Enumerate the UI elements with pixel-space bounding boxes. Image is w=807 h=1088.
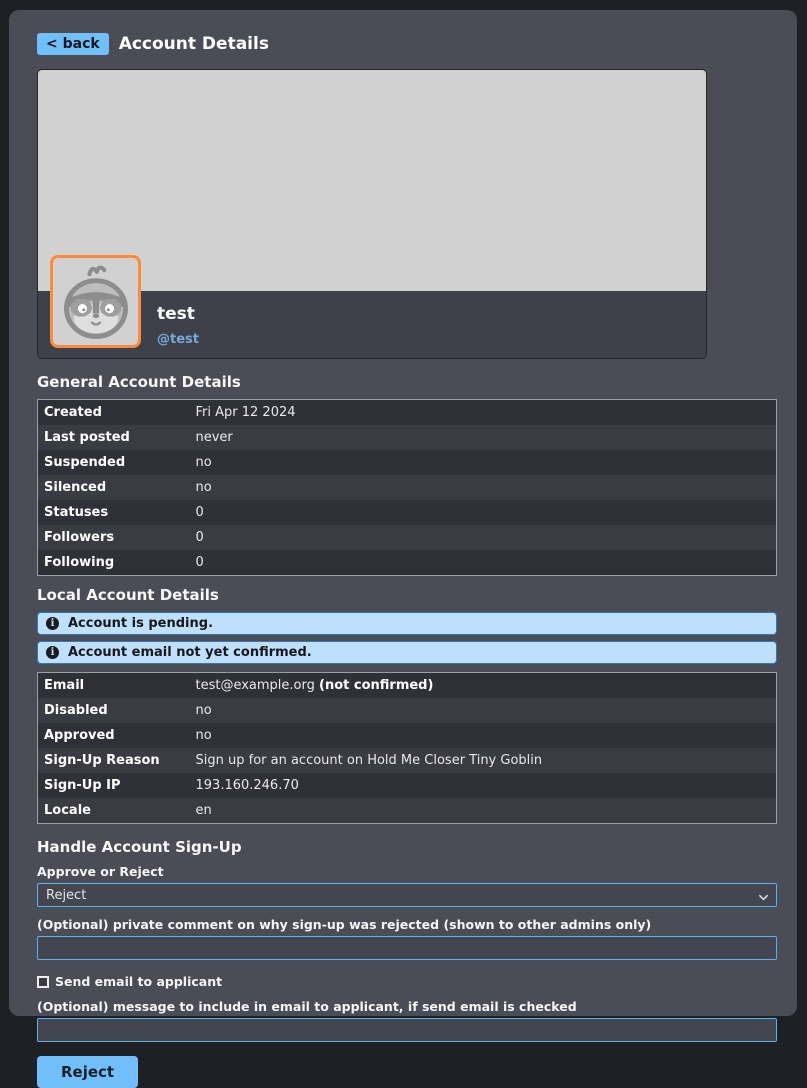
- row-label: Followers: [38, 525, 188, 550]
- table-row: Created Fri Apr 12 2024: [38, 400, 777, 426]
- row-value: 193.160.246.70: [188, 773, 777, 798]
- notice-email-unconfirmed: i Account email not yet confirmed.: [37, 641, 777, 664]
- table-row: Following 0: [38, 550, 777, 576]
- row-label: Sign-Up Reason: [38, 748, 188, 773]
- section-heading-local: Local Account Details: [37, 586, 777, 604]
- row-label: Approved: [38, 723, 188, 748]
- table-row: Suspended no: [38, 450, 777, 475]
- approve-reject-label: Approve or Reject: [37, 864, 777, 879]
- table-row: Disabled no: [38, 698, 777, 723]
- table-row: Statuses 0: [38, 500, 777, 525]
- table-row: Locale en: [38, 798, 777, 824]
- row-label: Silenced: [38, 475, 188, 500]
- table-row: Email test@example.org (not confirmed): [38, 673, 777, 699]
- table-row: Silenced no: [38, 475, 777, 500]
- private-comment-input[interactable]: [37, 936, 777, 960]
- row-label: Disabled: [38, 698, 188, 723]
- row-value: 0: [188, 550, 777, 576]
- send-email-label: Send email to applicant: [55, 974, 222, 989]
- row-value: Fri Apr 12 2024: [188, 400, 777, 426]
- send-email-checkbox[interactable]: [37, 976, 49, 988]
- page-title: Account Details: [119, 34, 269, 54]
- table-row: Approved no: [38, 723, 777, 748]
- profile-card: test @test: [37, 69, 707, 359]
- row-value: test@example.org (not confirmed): [188, 673, 777, 699]
- row-label: Sign-Up IP: [38, 773, 188, 798]
- email-value: test@example.org: [196, 678, 315, 693]
- row-label: Created: [38, 400, 188, 426]
- row-value: no: [188, 698, 777, 723]
- notice-text: Account is pending.: [68, 616, 213, 631]
- info-icon: i: [46, 646, 59, 659]
- email-not-confirmed-note: (not confirmed): [319, 678, 433, 693]
- display-name: test: [157, 304, 706, 324]
- avatar: [50, 255, 141, 348]
- notice-text: Account email not yet confirmed.: [68, 645, 312, 660]
- row-value: Sign up for an account on Hold Me Closer…: [188, 748, 777, 773]
- account-handle[interactable]: @test: [157, 332, 706, 347]
- row-value: no: [188, 450, 777, 475]
- table-row: Last posted never: [38, 425, 777, 450]
- row-label: Suspended: [38, 450, 188, 475]
- info-icon: i: [46, 617, 59, 630]
- private-comment-label: (Optional) private comment on why sign-u…: [37, 917, 777, 932]
- table-row: Sign-Up Reason Sign up for an account on…: [38, 748, 777, 773]
- row-value: no: [188, 723, 777, 748]
- row-value: 0: [188, 500, 777, 525]
- row-label: Following: [38, 550, 188, 576]
- general-account-table: Created Fri Apr 12 2024 Last posted neve…: [37, 399, 777, 576]
- row-label: Statuses: [38, 500, 188, 525]
- row-label: Email: [38, 673, 188, 699]
- reject-button[interactable]: Reject: [37, 1056, 138, 1088]
- table-row: Followers 0: [38, 525, 777, 550]
- notice-account-pending: i Account is pending.: [37, 612, 777, 635]
- local-account-table: Email test@example.org (not confirmed) D…: [37, 672, 777, 824]
- row-value: no: [188, 475, 777, 500]
- back-button[interactable]: < back: [37, 33, 109, 55]
- row-value: never: [188, 425, 777, 450]
- page-header: < back Account Details: [37, 33, 777, 55]
- row-label: Locale: [38, 798, 188, 824]
- account-details-panel: < back Account Details test @test: [9, 10, 797, 1016]
- sloth-icon: [55, 260, 137, 344]
- email-message-input[interactable]: [37, 1018, 777, 1042]
- table-row: Sign-Up IP 193.160.246.70: [38, 773, 777, 798]
- section-heading-handle-signup: Handle Account Sign-Up: [37, 838, 777, 856]
- row-value: 0: [188, 525, 777, 550]
- email-message-label: (Optional) message to include in email t…: [37, 999, 777, 1014]
- section-heading-general: General Account Details: [37, 373, 777, 391]
- approve-reject-select-wrap: Reject: [37, 883, 777, 907]
- send-email-row: Send email to applicant: [37, 974, 777, 989]
- row-value: en: [188, 798, 777, 824]
- row-label: Last posted: [38, 425, 188, 450]
- approve-reject-select[interactable]: Reject: [37, 883, 777, 907]
